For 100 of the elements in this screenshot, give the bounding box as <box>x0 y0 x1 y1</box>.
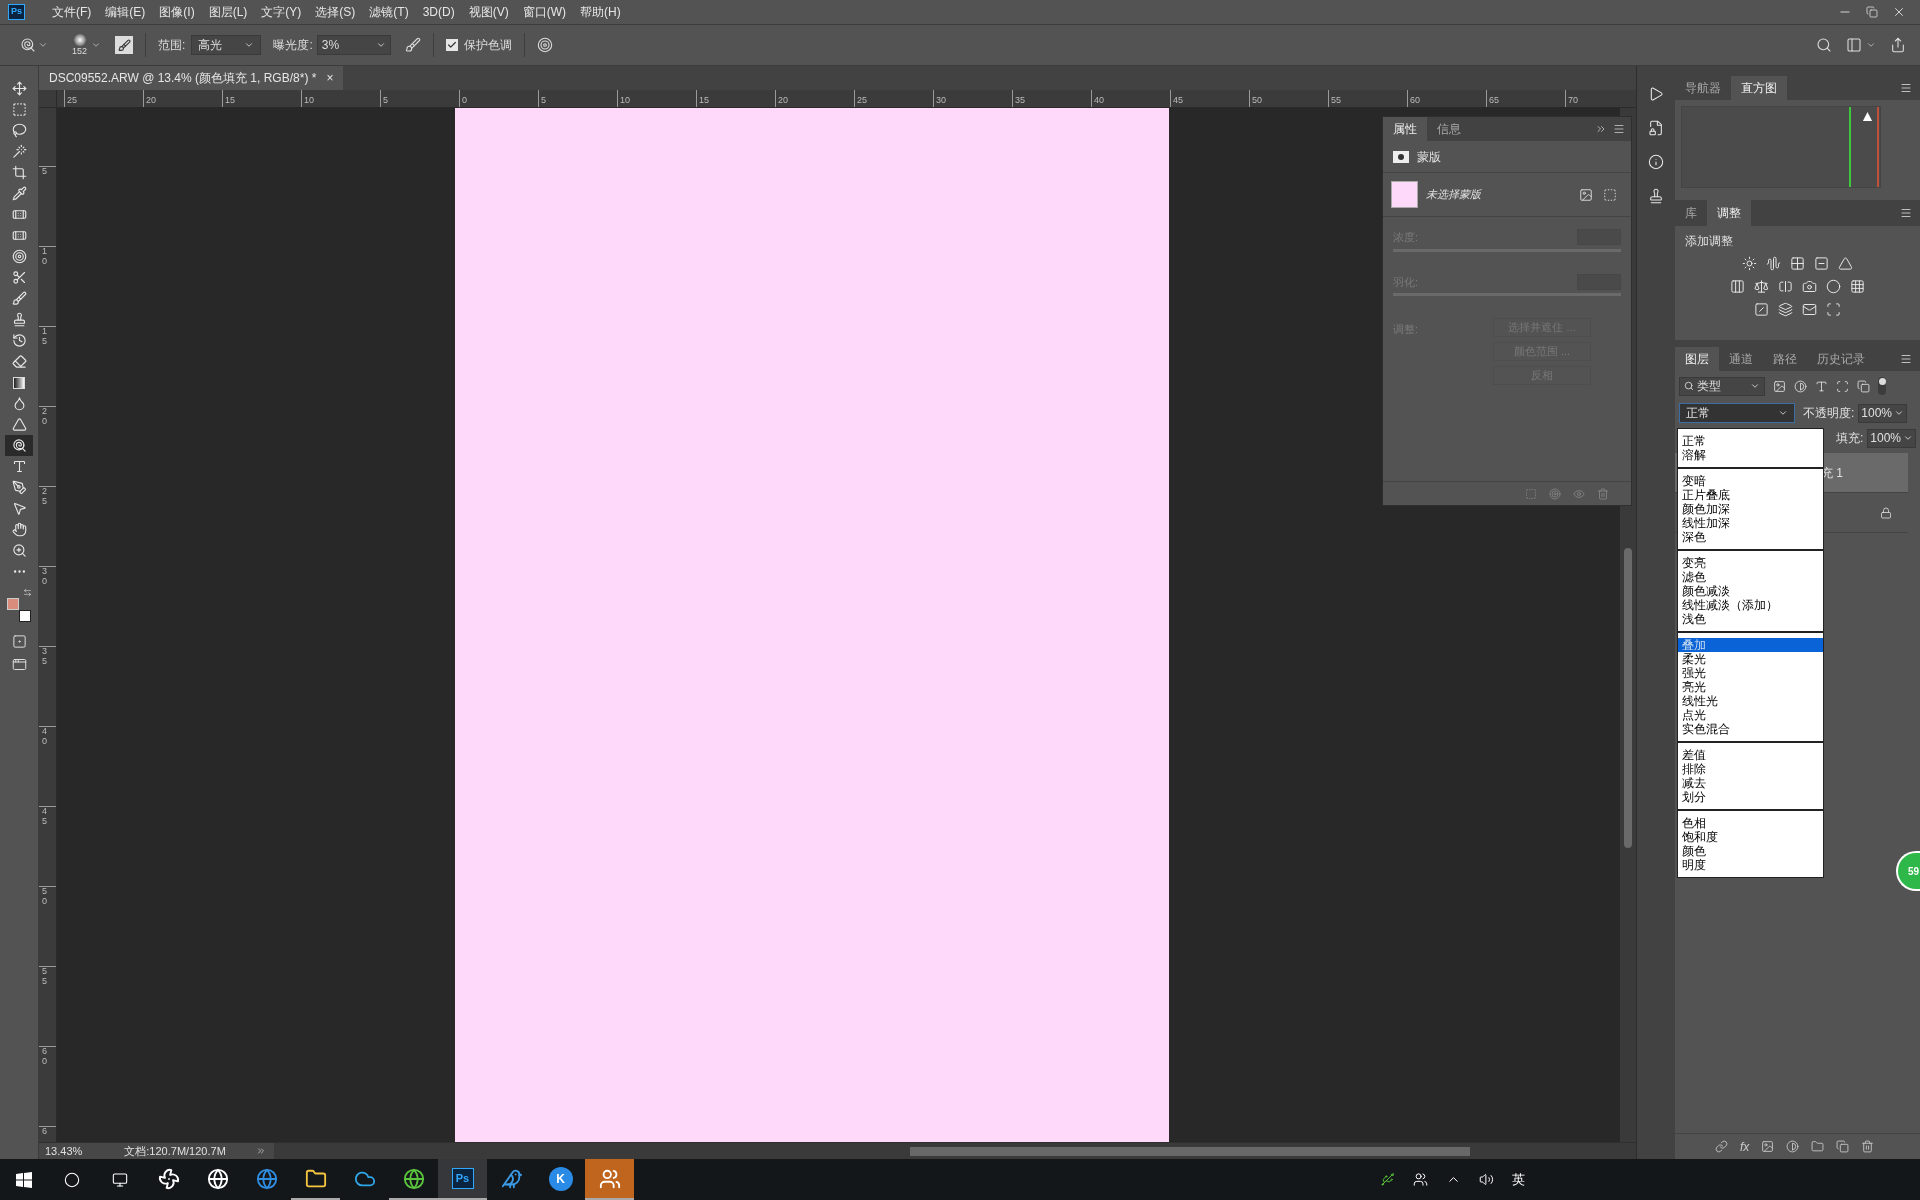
split-square-icon[interactable] <box>1778 279 1793 294</box>
layer-effects-button[interactable]: fx <box>1740 1137 1750 1156</box>
circle-icon[interactable] <box>1826 279 1841 294</box>
warning-icon[interactable] <box>1862 111 1873 122</box>
usb-icon[interactable] <box>1380 1172 1395 1187</box>
scale-icon[interactable] <box>1754 279 1769 294</box>
restore-icon[interactable] <box>1866 6 1878 18</box>
menu-item[interactable]: 选择(S) <box>308 3 363 21</box>
play-icon[interactable] <box>1648 86 1664 102</box>
blend-mode-option[interactable]: 实色混合 <box>1678 722 1823 736</box>
envelope-icon[interactable] <box>1802 302 1817 317</box>
menu-item[interactable]: 文件(F) <box>45 3 99 21</box>
swap-colors-icon[interactable] <box>23 588 32 597</box>
panel-tab[interactable]: 属性 <box>1383 117 1427 141</box>
blend-mode-option[interactable]: 排除 <box>1678 762 1823 776</box>
blend-mode-option[interactable]: 点光 <box>1678 708 1823 722</box>
menu-item[interactable]: 3D(D) <box>415 3 462 21</box>
panel-tab[interactable]: 调整 <box>1707 200 1751 226</box>
menu-item[interactable]: 滤镜(T) <box>362 3 416 21</box>
windows-logo-icon[interactable] <box>16 1171 32 1188</box>
blend-mode-option[interactable]: 滤色 <box>1678 570 1823 584</box>
vector-mask-icon[interactable] <box>1603 187 1617 202</box>
blend-mode-option[interactable]: 变亮 <box>1678 556 1823 570</box>
blend-mode-option[interactable]: 明度 <box>1678 858 1823 872</box>
menu-item[interactable]: 窗口(W) <box>515 3 573 21</box>
contrast-icon[interactable] <box>1794 379 1807 393</box>
sun-icon[interactable] <box>1742 256 1757 271</box>
pressure-icon[interactable] <box>536 37 553 53</box>
collapse-icon[interactable] <box>1595 123 1607 135</box>
blend-mode-option[interactable]: 亮光 <box>1678 680 1823 694</box>
panel-menu-icon[interactable] <box>1900 82 1912 94</box>
grid-icon[interactable] <box>1850 279 1865 294</box>
lollipop-tool[interactable] <box>5 435 33 456</box>
workspace-icon[interactable] <box>1846 37 1862 53</box>
people-icon[interactable] <box>1413 1172 1428 1187</box>
scrollbar-thumb[interactable] <box>1624 548 1632 848</box>
blend-mode-option[interactable]: 划分 <box>1678 790 1823 804</box>
taskbar-app[interactable]: Ps <box>438 1159 487 1200</box>
menu-item[interactable]: 视图(V) <box>461 3 516 21</box>
task-view-icon[interactable] <box>112 1171 128 1188</box>
panel-menu-icon[interactable] <box>1613 123 1625 135</box>
frame-icon[interactable] <box>1826 302 1841 317</box>
exposure-field[interactable]: 3% <box>316 35 391 55</box>
blend-mode-option[interactable]: 颜色 <box>1678 844 1823 858</box>
range-dropdown[interactable]: 高光 <box>191 35 262 55</box>
square-slash-icon[interactable] <box>1754 302 1769 317</box>
blend-mode-dropdown[interactable]: 正常 <box>1679 403 1795 423</box>
scrollbar-thumb[interactable] <box>909 1146 1470 1156</box>
brush-settings-button[interactable] <box>115 36 134 54</box>
foreground-color-swatch[interactable] <box>7 598 19 610</box>
opacity-field[interactable]: 100% <box>1858 403 1908 423</box>
blend-mode-option[interactable]: 减去 <box>1678 776 1823 790</box>
blend-mode-option[interactable]: 正片叠底 <box>1678 488 1823 502</box>
smart-object-icon[interactable] <box>1857 379 1870 393</box>
fill-field[interactable]: 100% <box>1867 428 1916 448</box>
triangle-icon[interactable] <box>1838 256 1853 271</box>
link-icon[interactable] <box>1715 1140 1728 1153</box>
horizontal-scrollbar[interactable] <box>273 1143 1636 1159</box>
search-icon[interactable] <box>64 1171 80 1188</box>
trash-icon[interactable] <box>1861 1140 1875 1153</box>
blend-mode-option[interactable]: 颜色减淡 <box>1678 584 1823 598</box>
document-tab[interactable]: DSC09552.ARW @ 13.4% (颜色填充 1, RGB/8*) * × <box>39 66 344 90</box>
background-color-swatch[interactable] <box>19 610 31 622</box>
blend-mode-option[interactable]: 饱和度 <box>1678 830 1823 844</box>
grid-icon[interactable] <box>1790 256 1805 271</box>
menu-item[interactable]: 图像(I) <box>152 3 202 21</box>
panel-menu-icon[interactable] <box>1900 207 1912 219</box>
blend-mode-option[interactable]: 深色 <box>1678 530 1823 544</box>
airbrush-icon[interactable] <box>404 37 421 53</box>
shape-filter-icon[interactable] <box>1836 379 1849 393</box>
close-tab-button[interactable]: × <box>326 69 334 87</box>
blend-mode-option[interactable]: 颜色加深 <box>1678 502 1823 516</box>
menu-item[interactable]: 图层(L) <box>201 3 255 21</box>
blend-mode-option[interactable]: 叠加 <box>1678 638 1823 652</box>
blend-mode-option[interactable]: 色相 <box>1678 816 1823 830</box>
panel-menu-icon[interactable] <box>1900 353 1912 365</box>
info-icon[interactable] <box>1648 154 1664 170</box>
blend-mode-option[interactable]: 线性减淡（添加） <box>1678 598 1823 612</box>
camera-icon[interactable] <box>1802 279 1817 294</box>
waveform-icon[interactable] <box>1766 256 1781 271</box>
blend-mode-option[interactable]: 浅色 <box>1678 612 1823 626</box>
columns-icon[interactable] <box>1730 279 1745 294</box>
protect-tones-checkbox[interactable] <box>445 39 458 51</box>
blend-mode-option[interactable]: 溶解 <box>1678 448 1823 462</box>
brush-preview-icon[interactable] <box>73 34 86 46</box>
add-mask-icon[interactable] <box>1761 1140 1775 1153</box>
blend-mode-option[interactable]: 正常 <box>1678 434 1823 448</box>
square-minus-icon[interactable] <box>1814 256 1829 271</box>
panel-tab[interactable]: 直方图 <box>1731 76 1787 100</box>
type-filter-icon[interactable] <box>1815 379 1828 393</box>
menu-item[interactable]: 文字(Y) <box>254 3 309 21</box>
screen-mode-icon[interactable] <box>11 657 27 672</box>
layers-icon[interactable] <box>1778 302 1793 317</box>
blend-mode-option[interactable]: 线性加深 <box>1678 516 1823 530</box>
menu-item[interactable]: 帮助(H) <box>573 3 628 21</box>
blend-mode-option[interactable]: 线性光 <box>1678 694 1823 708</box>
panel-tab[interactable]: 图层 <box>1675 347 1719 371</box>
blend-mode-option[interactable]: 变暗 <box>1678 474 1823 488</box>
pixel-mask-icon[interactable] <box>1579 187 1593 202</box>
image-filter-icon[interactable] <box>1773 379 1786 393</box>
